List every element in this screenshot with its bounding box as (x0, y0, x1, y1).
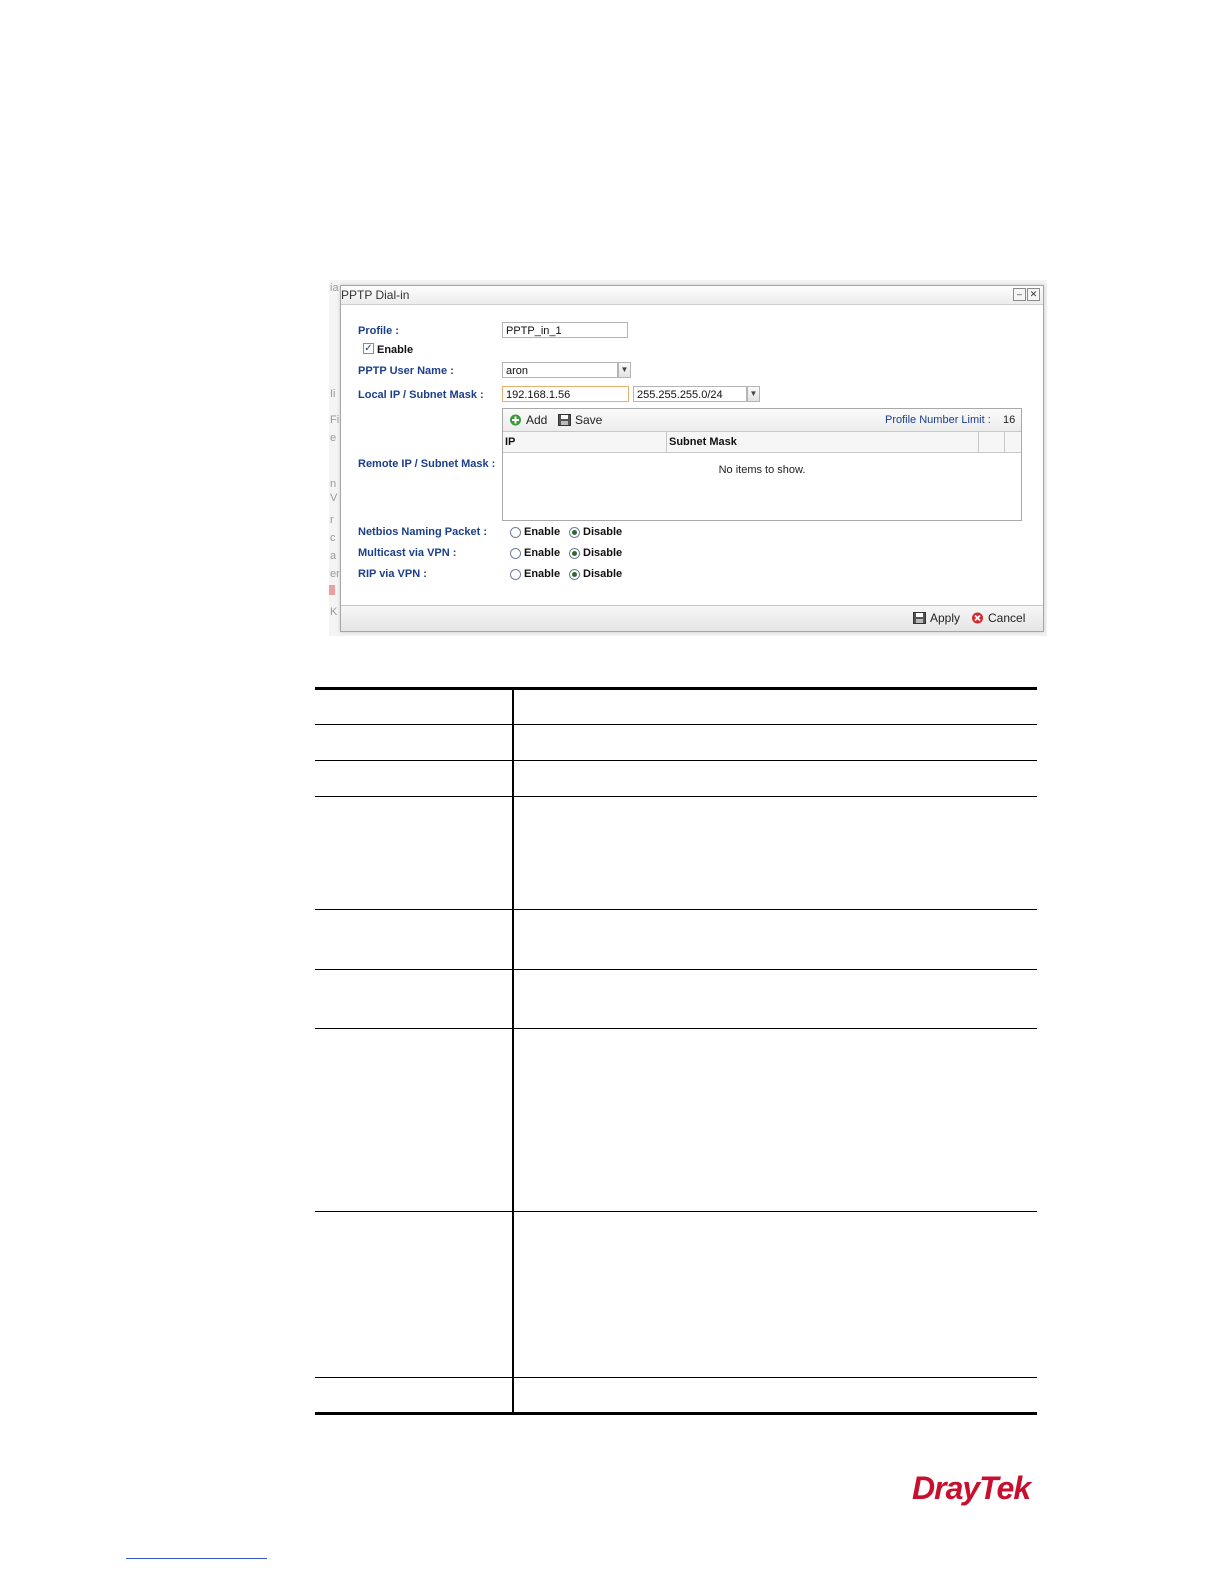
bg-fragment: Fi (330, 414, 340, 426)
bg-fragment: n (330, 478, 337, 490)
rip-disable-radio[interactable] (569, 569, 580, 580)
rip-enable-radio[interactable] (510, 569, 521, 580)
bg-fragment: ia (330, 282, 339, 294)
remote-ip-label: Remote IP / Subnet Mask : (358, 458, 496, 470)
pptp-dialin-dialog: PPTP Dial-in – ✕ Profile : PPTP_in_1 ✓ E… (340, 285, 1044, 632)
save-label: Save (575, 413, 603, 427)
apply-button[interactable]: Apply (913, 611, 960, 625)
table-column-divider (512, 687, 514, 1415)
multicast-enable-radio[interactable] (510, 548, 521, 559)
table-rule (315, 1028, 1037, 1029)
grid-empty-message: No items to show. (718, 464, 806, 476)
bg-fragment: Ii (330, 388, 336, 400)
cancel-label: Cancel (988, 611, 1026, 625)
save-button[interactable]: Save (558, 413, 602, 427)
minimize-icon[interactable]: – (1013, 288, 1026, 301)
multicast-disable-radio[interactable] (569, 548, 580, 559)
table-rule (315, 1377, 1037, 1378)
bg-fragment: c (330, 532, 336, 544)
profile-label: Profile : (358, 325, 399, 337)
save-icon (913, 612, 926, 624)
dialog-title: PPTP Dial-in (341, 288, 410, 302)
column-header-spacer (979, 432, 1005, 452)
multicast-disable-label: Disable (583, 547, 623, 559)
table-rule (315, 1211, 1037, 1212)
bg-red-marker (329, 585, 335, 595)
profile-limit-value: 16 (1003, 414, 1016, 426)
grid-header: IP Subnet Mask (503, 432, 1021, 453)
bg-fragment: K (330, 606, 338, 618)
dialog-titlebar: PPTP Dial-in – ✕ (341, 286, 1043, 305)
netbios-label: Netbios Naming Packet : (358, 526, 487, 538)
enable-checkbox[interactable]: ✓ (363, 343, 374, 354)
username-select[interactable]: aron (502, 362, 618, 378)
table-rule (315, 687, 1037, 690)
chevron-down-icon[interactable]: ▼ (618, 362, 631, 378)
netbios-enable-radio[interactable] (510, 527, 521, 538)
rip-label: RIP via VPN : (358, 568, 427, 580)
netbios-enable-label: Enable (524, 526, 561, 538)
bg-fragment: V (330, 492, 338, 504)
dialog-footer: Apply Cancel (341, 605, 1043, 631)
description-table (315, 687, 1037, 1415)
cancel-button[interactable]: Cancel (971, 611, 1025, 625)
table-rule (315, 909, 1037, 910)
table-rule (315, 796, 1037, 797)
table-rule (315, 724, 1037, 725)
table-rule (315, 969, 1037, 970)
bg-fragment: e (330, 432, 337, 444)
rip-enable-label: Enable (524, 568, 561, 580)
dialog-screenshot: ia Ii e Fi n V r c a er K PPTP Dial-in –… (329, 280, 1047, 636)
netbios-disable-radio[interactable] (569, 527, 580, 538)
multicast-label: Multicast via VPN : (358, 547, 457, 559)
apply-label: Apply (930, 611, 961, 625)
local-ip-label: Local IP / Subnet Mask : (358, 389, 484, 401)
draytek-logo: DrayTek (912, 1470, 1031, 1506)
bg-fragment: a (330, 550, 337, 562)
chevron-down-icon[interactable]: ▼ (747, 386, 760, 402)
multicast-enable-label: Enable (524, 547, 561, 559)
cancel-icon (972, 612, 983, 624)
column-header-subnet-mask[interactable]: Subnet Mask (667, 432, 979, 452)
add-button[interactable]: Add (509, 413, 547, 427)
username-label: PPTP User Name : (358, 365, 454, 377)
save-icon (558, 414, 571, 426)
rip-disable-label: Disable (583, 568, 623, 580)
close-icon[interactable]: ✕ (1027, 288, 1040, 301)
add-label: Add (526, 413, 548, 427)
bg-fragment: r (330, 514, 334, 526)
table-rule (315, 1412, 1037, 1415)
footer-link-underline[interactable] (126, 1558, 267, 1559)
netbios-disable-label: Disable (583, 526, 623, 538)
add-icon (510, 414, 521, 426)
profile-limit-label: Profile Number Limit : (885, 414, 991, 426)
local-mask-select[interactable]: 255.255.255.0/24 (633, 386, 747, 402)
bg-fragment: er (330, 568, 340, 580)
grid-toolbar: Add Save Profile Number Limit : 16 (503, 409, 1021, 432)
enable-label: Enable (377, 344, 414, 356)
local-ip-input[interactable]: 192.168.1.56 (502, 386, 629, 402)
profile-input[interactable]: PPTP_in_1 (502, 322, 628, 338)
column-header-ip[interactable]: IP (503, 432, 667, 452)
remote-ip-grid: Add Save Profile Number Limit : 16 IP Su… (502, 408, 1022, 521)
table-rule (315, 760, 1037, 761)
